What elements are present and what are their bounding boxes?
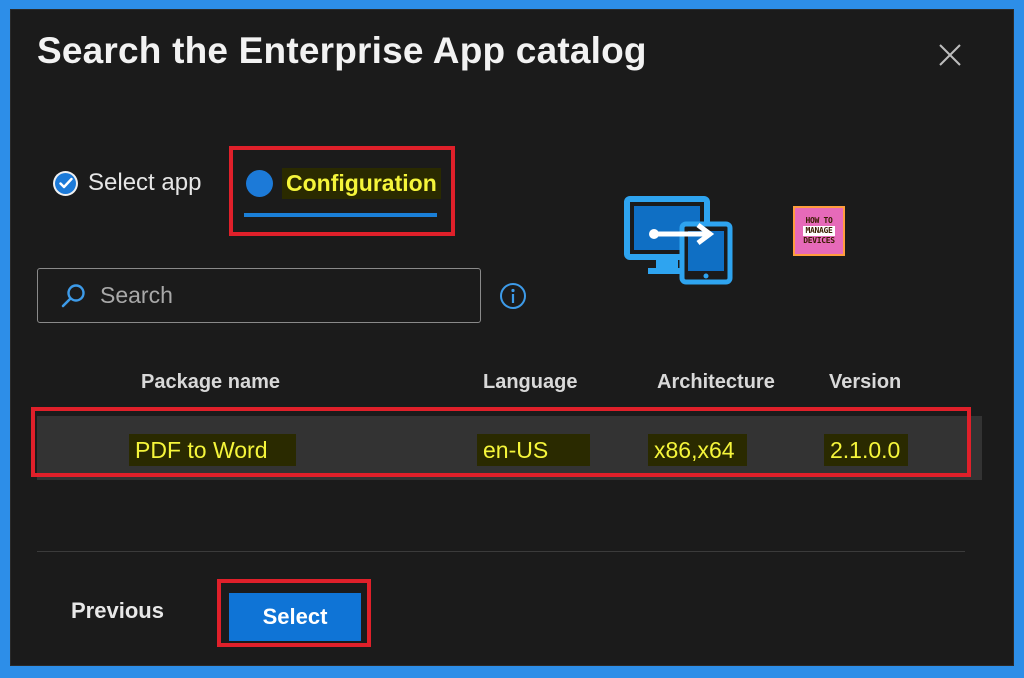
column-header-architecture[interactable]: Architecture <box>657 371 775 394</box>
close-button[interactable] <box>937 42 963 68</box>
dialog-title: Search the Enterprise App catalog <box>37 30 647 71</box>
search-input[interactable] <box>98 281 462 310</box>
logo-line-2: MANAGE <box>803 226 835 236</box>
footer-divider <box>37 551 965 552</box>
close-icon <box>939 44 961 66</box>
search-icon <box>61 283 85 307</box>
search-box[interactable] <box>37 268 481 323</box>
highlight-box-table-row <box>31 407 971 477</box>
logo-line-3: DEVICES <box>803 236 835 245</box>
column-header-language[interactable]: Language <box>483 371 577 394</box>
logo-line-1: HOW TO <box>805 216 833 225</box>
highlight-box-configuration <box>229 146 455 236</box>
how-to-manage-devices-logo: HOW TO MANAGE DEVICES <box>793 206 845 256</box>
info-button[interactable] <box>499 282 527 310</box>
highlight-box-select-button <box>217 579 371 647</box>
previous-button[interactable]: Previous <box>71 598 164 624</box>
desktop-mobile-app-icon <box>624 196 733 285</box>
checkmark-icon <box>53 170 78 196</box>
column-header-version[interactable]: Version <box>829 371 901 394</box>
info-icon <box>500 283 526 309</box>
column-header-package-name[interactable]: Package name <box>141 371 280 394</box>
dialog-panel: Search the Enterprise App catalog Select… <box>10 9 1014 666</box>
tab-select-app[interactable]: Select app <box>53 165 201 201</box>
tab-select-app-label: Select app <box>88 169 202 196</box>
